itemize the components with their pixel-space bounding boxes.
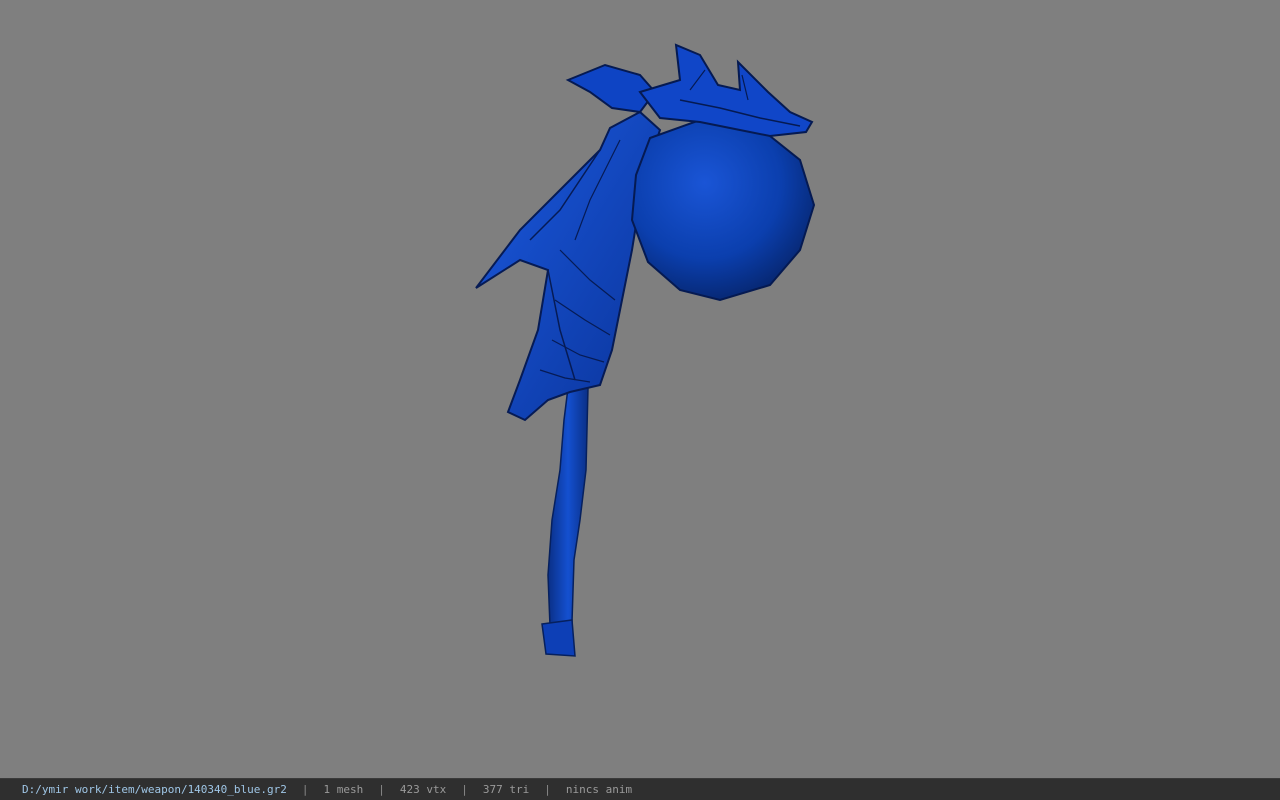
- file-path: D:/ymir work/item/weapon/140340_blue.gr2: [22, 783, 287, 796]
- weapon-feathers: [475, 110, 662, 422]
- status-bar: D:/ymir work/item/weapon/140340_blue.gr2…: [0, 778, 1280, 800]
- vertex-count: 423 vtx: [399, 783, 447, 796]
- weapon-shaft: [541, 387, 589, 657]
- anim-status: nincs anim: [565, 783, 633, 796]
- separator: |: [301, 783, 309, 796]
- 3d-viewport[interactable]: [0, 0, 1280, 778]
- weapon-model: [475, 43, 816, 657]
- triangle-count: 377 tri: [482, 783, 530, 796]
- weapon-orb: [630, 118, 816, 302]
- separator: |: [378, 783, 385, 796]
- separator: |: [544, 783, 551, 796]
- mesh-count: 1 mesh: [323, 783, 364, 796]
- separator: |: [461, 783, 468, 796]
- weapon-crown: [565, 43, 814, 138]
